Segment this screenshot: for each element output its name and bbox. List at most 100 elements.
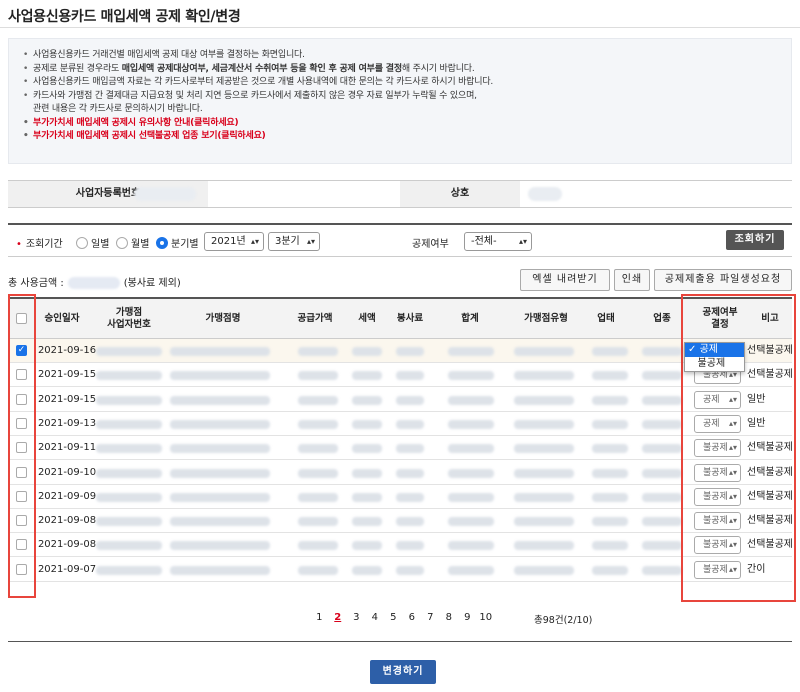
select-arrows-icon: ▴▾ <box>306 237 315 246</box>
company-name-value-redacted <box>528 187 562 201</box>
redacted-cell <box>352 419 382 429</box>
table-row: 2021-09-08 불공제 ▴▾ 선택불공제 <box>8 533 793 558</box>
radio-icon <box>116 236 128 249</box>
header-merchant-bizno: 가맹점 사업자번호 <box>107 307 151 330</box>
redacted-cell <box>96 347 162 356</box>
redacted-cell <box>170 517 270 527</box>
redacted-cell <box>170 371 270 381</box>
page-link[interactable]: 6 <box>403 612 422 623</box>
table-row: 2021-09-09 불공제 ▴▾ 선택불공제 <box>8 485 793 509</box>
notice-line-1: • 사업용신용카드 거래건별 매입세액 공제 대상 여부를 결정하는 화면입니다. <box>23 50 305 60</box>
redacted-cell <box>352 468 382 478</box>
page-link[interactable]: 10 <box>477 612 496 623</box>
table-row: 2021-09-08 불공제 ▴▾ 선택불공제 <box>8 509 793 534</box>
page-link[interactable]: 5 <box>384 612 403 623</box>
redacted-cell <box>96 468 162 478</box>
header-total: 합계 <box>461 313 479 324</box>
page-link[interactable]: 1 <box>310 612 329 623</box>
redacted-cell <box>642 347 682 356</box>
radio-daily[interactable]: 일별 <box>76 235 109 250</box>
redacted-cell <box>96 541 162 551</box>
redacted-cell <box>592 395 628 405</box>
redacted-cell <box>170 347 270 356</box>
table-row: ✓ 2021-09-16 선택불공제 <box>8 339 793 363</box>
notice-line-4-continued: 관련 내용은 각 카드사로 문의하시기 바랍니다. <box>33 104 203 114</box>
quarter-select[interactable]: 3분기 ▴▾ <box>268 232 320 251</box>
redacted-cell <box>592 517 628 527</box>
non-deductible-industries-link[interactable]: • 부가가치세 매입세액 공제시 선택불공제 업종 보기(클릭하세요) <box>23 130 777 144</box>
dropdown-option-deduct[interactable]: ✓ 공제 <box>685 343 744 357</box>
redacted-cell <box>298 419 338 429</box>
search-button[interactable]: 조회하기 <box>726 230 784 250</box>
title-divider <box>0 27 800 28</box>
page-link[interactable]: 7 <box>421 612 440 623</box>
page-link[interactable]: 4 <box>366 612 385 623</box>
redacted-cell <box>298 468 338 478</box>
table-row: 2021-09-07 불공제 ▴▾ 간이 <box>8 558 792 582</box>
redacted-cell <box>396 517 424 527</box>
precautions-link[interactable]: • 부가가치세 매입세액 공제시 유의사항 안내(클릭하세요) <box>23 117 777 131</box>
redacted-cell <box>642 468 682 478</box>
redacted-cell <box>352 371 382 381</box>
deduction-filter-select[interactable]: -전체- ▴▾ <box>464 232 532 251</box>
redacted-cell <box>642 517 682 527</box>
select-arrows-icon: ▴▾ <box>250 237 259 246</box>
card-transactions-table: 승인일자 가맹점 사업자번호 가맹점명 공급가액 세액 봉사료 합계 가맹점유형… <box>8 297 793 582</box>
business-info-row: 사업자등록번호 상호 <box>8 180 792 208</box>
redacted-cell <box>448 395 494 405</box>
redacted-cell <box>298 565 338 575</box>
notice-line-3: • 사업용신용카드 매입금액 자료는 각 카드사로부터 제공받은 것으로 개별 사… <box>23 77 494 87</box>
redacted-cell <box>514 371 574 381</box>
radio-monthly[interactable]: 월별 <box>116 235 149 250</box>
redacted-cell <box>514 492 574 502</box>
decision-columns-highlight <box>681 294 796 602</box>
dropdown-option-nondeduct[interactable]: 불공제 <box>685 357 744 371</box>
radio-icon <box>76 236 88 249</box>
redacted-cell <box>396 492 424 502</box>
redacted-cell <box>352 565 382 575</box>
apply-change-button[interactable]: 변경하기 <box>370 660 436 684</box>
header-supply-amount: 공급가액 <box>297 313 333 324</box>
table-header: 승인일자 가맹점 사업자번호 가맹점명 공급가액 세액 봉사료 합계 가맹점유형… <box>8 299 792 339</box>
redacted-cell <box>352 492 382 502</box>
redacted-cell <box>514 419 574 429</box>
redacted-cell <box>298 492 338 502</box>
redacted-cell <box>592 347 628 356</box>
redacted-cell <box>396 444 424 454</box>
page-link[interactable]: 3 <box>347 612 366 623</box>
approval-date-cell: 2021-09-16 <box>37 345 97 356</box>
redacted-cell <box>592 444 628 454</box>
redacted-cell <box>448 347 494 356</box>
excel-download-button[interactable]: 엑셀 내려받기 <box>520 269 610 291</box>
redacted-cell <box>642 541 682 551</box>
redacted-cell <box>514 395 574 405</box>
page-link[interactable]: 8 <box>440 612 459 623</box>
page-link[interactable]: 2 <box>329 612 348 623</box>
header-business-type: 업태 <box>597 313 615 324</box>
redacted-cell <box>298 347 338 356</box>
redacted-cell <box>642 444 682 454</box>
redacted-cell <box>396 565 424 575</box>
radio-quarterly[interactable]: 분기별 <box>156 235 199 250</box>
year-select[interactable]: 2021년 ▴▾ <box>204 232 264 251</box>
approval-date-cell: 2021-09-09 <box>37 490 97 502</box>
print-button[interactable]: 인쇄 <box>614 269 650 291</box>
total-amount: 총 사용금액 : (봉사료 제외) <box>8 277 181 289</box>
redacted-cell <box>352 541 382 551</box>
approval-date-cell: 2021-09-08 <box>37 515 97 527</box>
redacted-cell <box>592 541 628 551</box>
table-row: 2021-09-11 불공제 ▴▾ 선택불공제 <box>8 436 793 461</box>
approval-date-cell: 2021-09-15 <box>37 369 97 381</box>
redacted-cell <box>298 371 338 381</box>
redacted-cell <box>642 371 682 381</box>
redacted-cell <box>448 444 494 454</box>
redacted-cell <box>642 395 682 405</box>
period-label: • 조회기간 <box>16 239 63 250</box>
page-link[interactable]: 9 <box>458 612 477 623</box>
bottom-divider <box>8 641 792 642</box>
total-amount-redacted <box>67 277 120 289</box>
deduction-dropdown-open[interactable]: ✓ 공제 불공제 <box>684 342 745 372</box>
deduction-file-request-button[interactable]: 공제제출용 파일생성요청 <box>654 269 792 291</box>
redacted-cell <box>514 468 574 478</box>
redacted-cell <box>448 541 494 551</box>
